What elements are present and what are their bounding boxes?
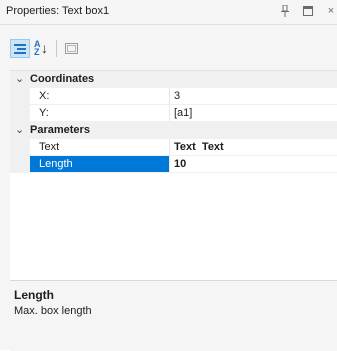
close-icon[interactable]: × xyxy=(324,4,337,18)
description-pane: Length Max. box length xyxy=(10,280,337,351)
category-label: Coordinates xyxy=(30,73,95,85)
categorized-icon[interactable] xyxy=(10,39,30,58)
property-pages-icon[interactable] xyxy=(61,39,81,58)
chevron-down-icon[interactable]: ⌄ xyxy=(15,123,24,136)
chevron-down-icon[interactable]: ⌄ xyxy=(15,72,24,85)
alphabetical-icon[interactable]: A Z ↓ xyxy=(32,39,52,58)
description-text: Max. box length xyxy=(14,305,92,317)
panel-titlebar: Properties: Text box1 × xyxy=(0,0,337,25)
property-row-x[interactable]: X: 3 xyxy=(10,88,337,105)
category-parameters[interactable]: ⌄ Parameters xyxy=(10,122,337,139)
category-label: Parameters xyxy=(30,124,90,136)
panel-title: Properties: Text box1 xyxy=(6,5,110,17)
pin-icon[interactable] xyxy=(278,4,292,18)
description-title: Length xyxy=(14,288,54,302)
toolbar-separator xyxy=(56,40,57,57)
category-coordinates[interactable]: ⌄ Coordinates xyxy=(10,71,337,88)
property-row-text[interactable]: Text Text Text xyxy=(10,139,337,156)
properties-panel: Properties: Text box1 × A Z ↓ ⌄ Coordinate xyxy=(0,0,337,351)
property-value[interactable]: 10 xyxy=(174,158,186,170)
property-name: Y: xyxy=(39,107,49,119)
property-row-y[interactable]: Y: [a1] xyxy=(10,105,337,122)
property-value[interactable]: Text Text xyxy=(174,141,224,153)
maximize-icon[interactable] xyxy=(301,4,315,18)
property-grid: ⌄ Coordinates X: 3 Y: [a1] ⌄ Parameters … xyxy=(10,70,337,281)
property-value[interactable]: [a1] xyxy=(174,107,192,119)
property-name: X: xyxy=(39,90,50,102)
property-name: Length xyxy=(39,158,73,170)
property-value[interactable]: 3 xyxy=(174,90,180,102)
property-name: Text xyxy=(39,141,60,153)
grid-toolbar: A Z ↓ xyxy=(0,37,337,61)
property-row-length[interactable]: Length 10 xyxy=(10,156,337,173)
